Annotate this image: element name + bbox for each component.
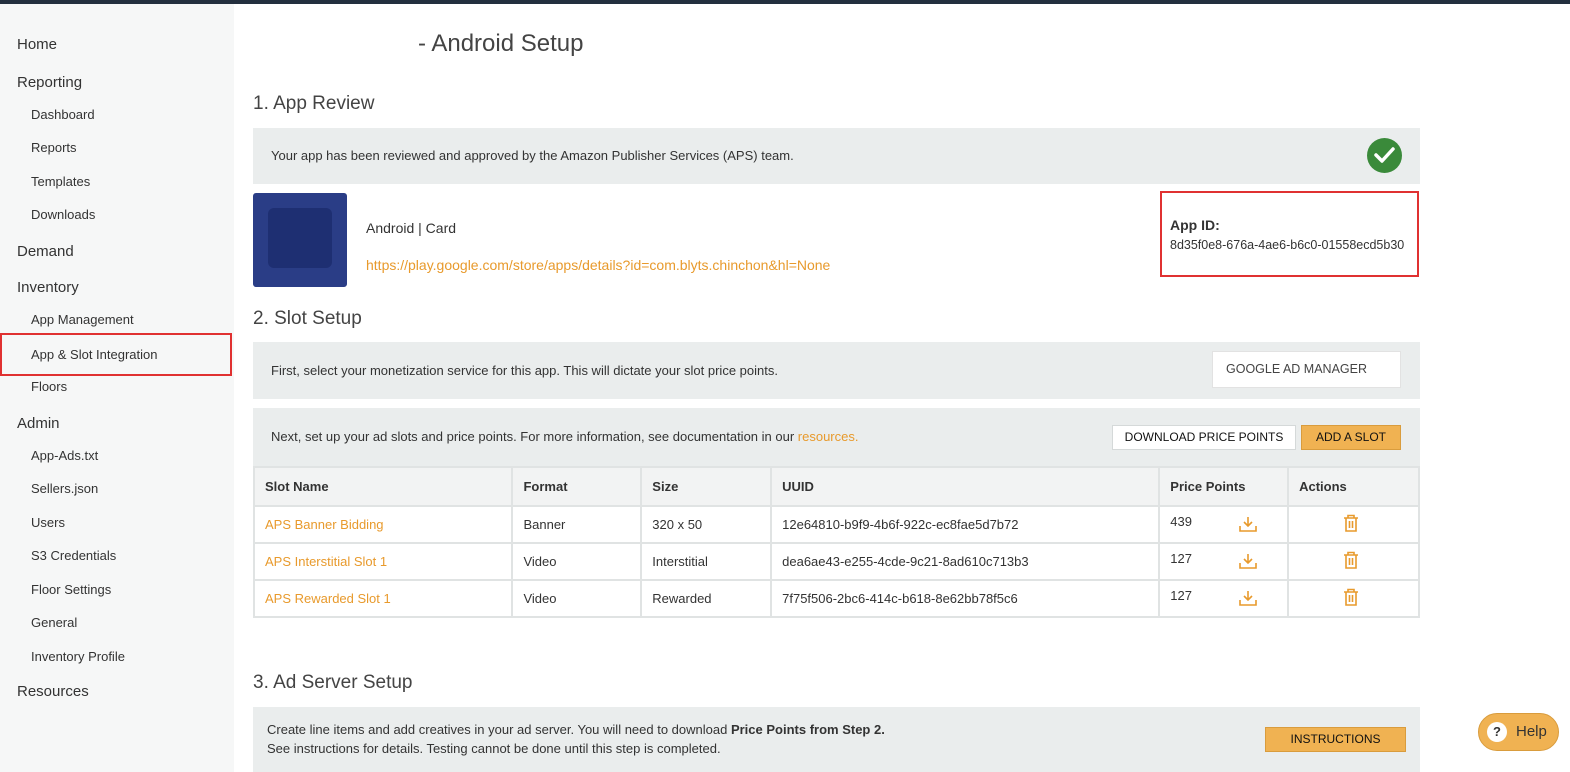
download-icon[interactable] <box>1239 590 1257 609</box>
sidebar-item-reports[interactable]: Reports <box>0 133 263 163</box>
price-points-count: 127 <box>1170 551 1192 566</box>
slot-format: Video <box>511 542 643 581</box>
column-header-actions: Actions <box>1287 466 1420 507</box>
sidebar-item-floor-settings[interactable]: Floor Settings <box>0 575 263 605</box>
sidebar-item-s3-credentials[interactable]: S3 Credentials <box>0 541 263 571</box>
help-button[interactable]: ? Help <box>1478 713 1559 751</box>
sidebar-item-resources[interactable]: Resources <box>0 677 249 707</box>
app-id-box: App ID: 8d35f0e8-676a-4ae6-b6c0-01558ecd… <box>1160 191 1419 277</box>
table-row: APS Interstitial Slot 1 Video Interstiti… <box>252 542 1420 581</box>
price-points-count: 127 <box>1170 588 1192 603</box>
sidebar-item-dashboard[interactable]: Dashboard <box>0 100 263 130</box>
top-bar <box>0 0 1570 4</box>
slot-name-link[interactable]: APS Banner Bidding <box>265 517 384 532</box>
monetization-text: First, select your monetization service … <box>271 363 778 378</box>
slot-size: Interstitial <box>640 542 773 581</box>
sidebar-item-sellers-json[interactable]: Sellers.json <box>0 474 263 504</box>
sidebar: Home Reporting Dashboard Reports Templat… <box>0 4 234 772</box>
table-row: APS Rewarded Slot 1 Video Rewarded 7f75f… <box>252 579 1420 618</box>
review-status-text: Your app has been reviewed and approved … <box>271 148 794 163</box>
sidebar-item-inventory-profile[interactable]: Inventory Profile <box>0 642 263 672</box>
sidebar-item-app-management[interactable]: App Management <box>0 305 263 335</box>
slot-uuid: 7f75f506-2bc6-414c-b618-8e62bb78f5c6 <box>770 579 1161 618</box>
app-id-label: App ID: <box>1170 217 1220 233</box>
monetization-select[interactable]: GOOGLE AD MANAGER <box>1212 351 1401 388</box>
price-points-count: 439 <box>1170 514 1192 529</box>
review-status-panel: Your app has been reviewed and approved … <box>253 128 1420 184</box>
sidebar-item-users[interactable]: Users <box>0 508 263 538</box>
sidebar-item-reporting[interactable]: Reporting <box>0 68 249 98</box>
ad-server-panel: Create line items and add creatives in y… <box>253 707 1420 772</box>
app-id-value: 8d35f0e8-676a-4ae6-b6c0-01558ecd5b30 <box>1170 238 1405 252</box>
section-heading-ad-server-setup: 3. Ad Server Setup <box>253 672 413 693</box>
section-heading-slot-setup: 2. Slot Setup <box>253 308 362 329</box>
instructions-button[interactable]: INSTRUCTIONS <box>1265 727 1406 752</box>
sidebar-item-templates[interactable]: Templates <box>0 167 263 197</box>
sidebar-item-app-slot-integration[interactable]: App & Slot Integration <box>0 333 232 376</box>
delete-icon[interactable] <box>1343 588 1359 609</box>
resources-link[interactable]: resources. <box>798 429 859 444</box>
help-icon: ? <box>1487 722 1507 742</box>
column-header-size: Size <box>640 466 773 507</box>
sidebar-item-downloads[interactable]: Downloads <box>0 200 263 230</box>
help-label: Help <box>1516 723 1547 740</box>
slot-format: Video <box>511 579 643 618</box>
delete-icon[interactable] <box>1343 551 1359 572</box>
delete-icon[interactable] <box>1343 514 1359 535</box>
table-header-row: Slot Name Format Size UUID Price Points … <box>252 466 1420 507</box>
sidebar-item-app-ads-txt[interactable]: App-Ads.txt <box>0 441 263 471</box>
ad-server-line1: Create line items and add creatives in y… <box>267 722 885 737</box>
sidebar-item-home[interactable]: Home <box>0 30 249 60</box>
slots-instructions-text: Next, set up your ad slots and price poi… <box>271 429 858 444</box>
sidebar-item-inventory[interactable]: Inventory <box>0 273 249 303</box>
checkmark-icon <box>1367 138 1402 173</box>
sidebar-item-general[interactable]: General <box>0 608 263 638</box>
slot-uuid: 12e64810-b9f9-4b6f-922c-ec8fae5d7b72 <box>770 505 1161 544</box>
add-slot-button[interactable]: ADD A SLOT <box>1301 425 1401 450</box>
app-platform: Android | Card <box>366 220 457 236</box>
slots-instructions-prefix: Next, set up your ad slots and price poi… <box>271 429 798 444</box>
store-url-link[interactable]: https://play.google.com/store/apps/detai… <box>366 257 830 273</box>
section-heading-app-review: 1. App Review <box>253 93 375 114</box>
column-header-price-points: Price Points <box>1158 466 1290 507</box>
sidebar-item-demand[interactable]: Demand <box>0 237 249 267</box>
column-header-format: Format <box>511 466 643 507</box>
download-icon[interactable] <box>1239 516 1257 535</box>
ad-server-line1-bold: Price Points from Step 2. <box>730 722 885 737</box>
page-title: - Android Setup <box>418 30 584 57</box>
slot-name-link[interactable]: APS Rewarded Slot 1 <box>265 591 391 606</box>
slot-format: Banner <box>511 505 643 544</box>
ad-server-line2: See instructions for details. Testing ca… <box>267 741 721 756</box>
sidebar-item-floors[interactable]: Floors <box>0 372 263 402</box>
column-header-slot-name: Slot Name <box>252 466 514 507</box>
download-icon[interactable] <box>1239 553 1257 572</box>
sidebar-item-admin[interactable]: Admin <box>0 409 249 439</box>
download-price-points-button[interactable]: DOWNLOAD PRICE POINTS <box>1112 425 1296 450</box>
ad-server-line1-text: Create line items and add creatives in y… <box>267 722 731 737</box>
slot-size: 320 x 50 <box>640 505 773 544</box>
app-icon <box>253 193 347 287</box>
slots-table: Slot Name Format Size UUID Price Points … <box>252 466 1420 618</box>
slot-name-link[interactable]: APS Interstitial Slot 1 <box>265 554 387 569</box>
slot-uuid: dea6ae43-e255-4cde-9c21-8ad610c713b3 <box>770 542 1161 581</box>
slot-size: Rewarded <box>640 579 773 618</box>
table-row: APS Banner Bidding Banner 320 x 50 12e64… <box>252 505 1420 544</box>
column-header-uuid: UUID <box>770 466 1161 507</box>
